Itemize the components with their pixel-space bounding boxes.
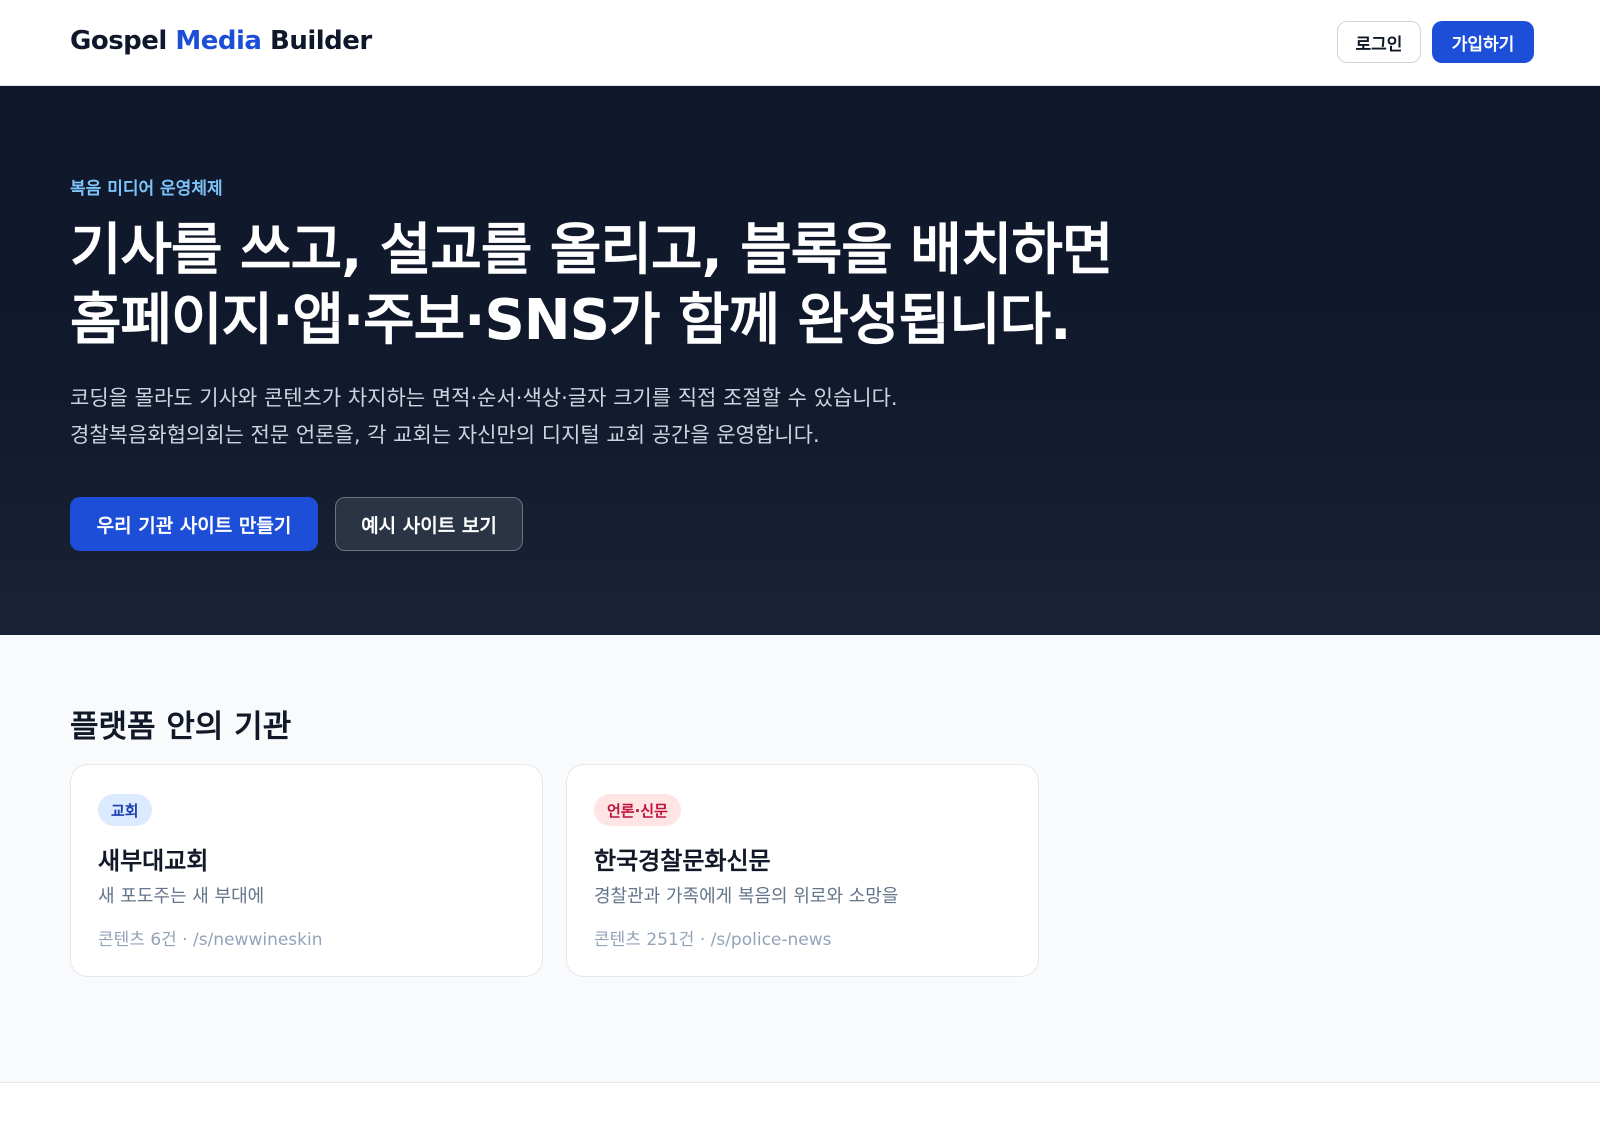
logo-text-gospel: Gospel bbox=[70, 26, 176, 56]
org-type-badge: 언론·신문 bbox=[594, 794, 681, 826]
hero-title: 기사를 쓰고, 설교를 올리고, 블록을 배치하면 홈페이지·앱·주보·SNS가… bbox=[70, 216, 1113, 356]
hero-title-line-2: 홈페이지·앱·주보·SNS가 함께 완성됩니다. bbox=[70, 288, 1071, 353]
create-site-button[interactable]: 우리 기관 사이트 만들기 bbox=[70, 497, 318, 551]
hero-subtitle: 코딩을 몰라도 기사와 콘텐츠가 차지하는 면적·순서·색상·글자 크기를 직접… bbox=[70, 380, 898, 454]
org-name: 새부대교회 bbox=[98, 847, 209, 875]
org-type-badge: 교회 bbox=[98, 794, 152, 826]
hero-title-line-1: 기사를 쓰고, 설교를 올리고, 블록을 배치하면 bbox=[70, 218, 1113, 283]
organizations-title: 플랫폼 안의 기관 bbox=[70, 709, 292, 745]
logo-text-media: Media bbox=[175, 26, 262, 56]
logo-text-builder: Builder bbox=[261, 26, 372, 56]
hero-subtitle-line-1: 코딩을 몰라도 기사와 콘텐츠가 차지하는 면적·순서·색상·글자 크기를 직접… bbox=[70, 386, 898, 410]
organizations-section: 플랫폼 안의 기관 교회 새부대교회 새 포도주는 새 부대에 콘텐츠 6건 ·… bbox=[0, 635, 1600, 1083]
org-description: 새 포도주는 새 부대에 bbox=[98, 886, 265, 907]
login-button[interactable]: 로그인 bbox=[1337, 21, 1421, 63]
org-meta: 콘텐츠 6건 · /s/newwineskin bbox=[98, 930, 323, 950]
view-example-button[interactable]: 예시 사이트 보기 bbox=[335, 497, 523, 551]
hero-subtitle-line-2: 경찰복음화협의회는 전문 언론을, 각 교회는 자신만의 디지털 교회 공간을 … bbox=[70, 423, 820, 447]
hero-eyebrow: 복음 미디어 운영체제 bbox=[70, 179, 223, 199]
org-meta: 콘텐츠 251건 · /s/police-news bbox=[594, 930, 832, 950]
site-logo[interactable]: Gospel Media Builder bbox=[70, 26, 372, 56]
org-card-police-news[interactable]: 언론·신문 한국경찰문화신문 경찰관과 가족에게 복음의 위로와 소망을 콘텐츠… bbox=[566, 764, 1039, 977]
org-name: 한국경찰문화신문 bbox=[594, 847, 771, 875]
site-header: Gospel Media Builder 로그인 가입하기 bbox=[0, 0, 1600, 86]
hero-section: 복음 미디어 운영체제 기사를 쓰고, 설교를 올리고, 블록을 배치하면 홈페… bbox=[0, 86, 1600, 635]
org-description: 경찰관과 가족에게 복음의 위로와 소망을 bbox=[594, 886, 899, 907]
org-card-newwineskin[interactable]: 교회 새부대교회 새 포도주는 새 부대에 콘텐츠 6건 · /s/newwin… bbox=[70, 764, 543, 977]
signup-button[interactable]: 가입하기 bbox=[1432, 21, 1534, 63]
